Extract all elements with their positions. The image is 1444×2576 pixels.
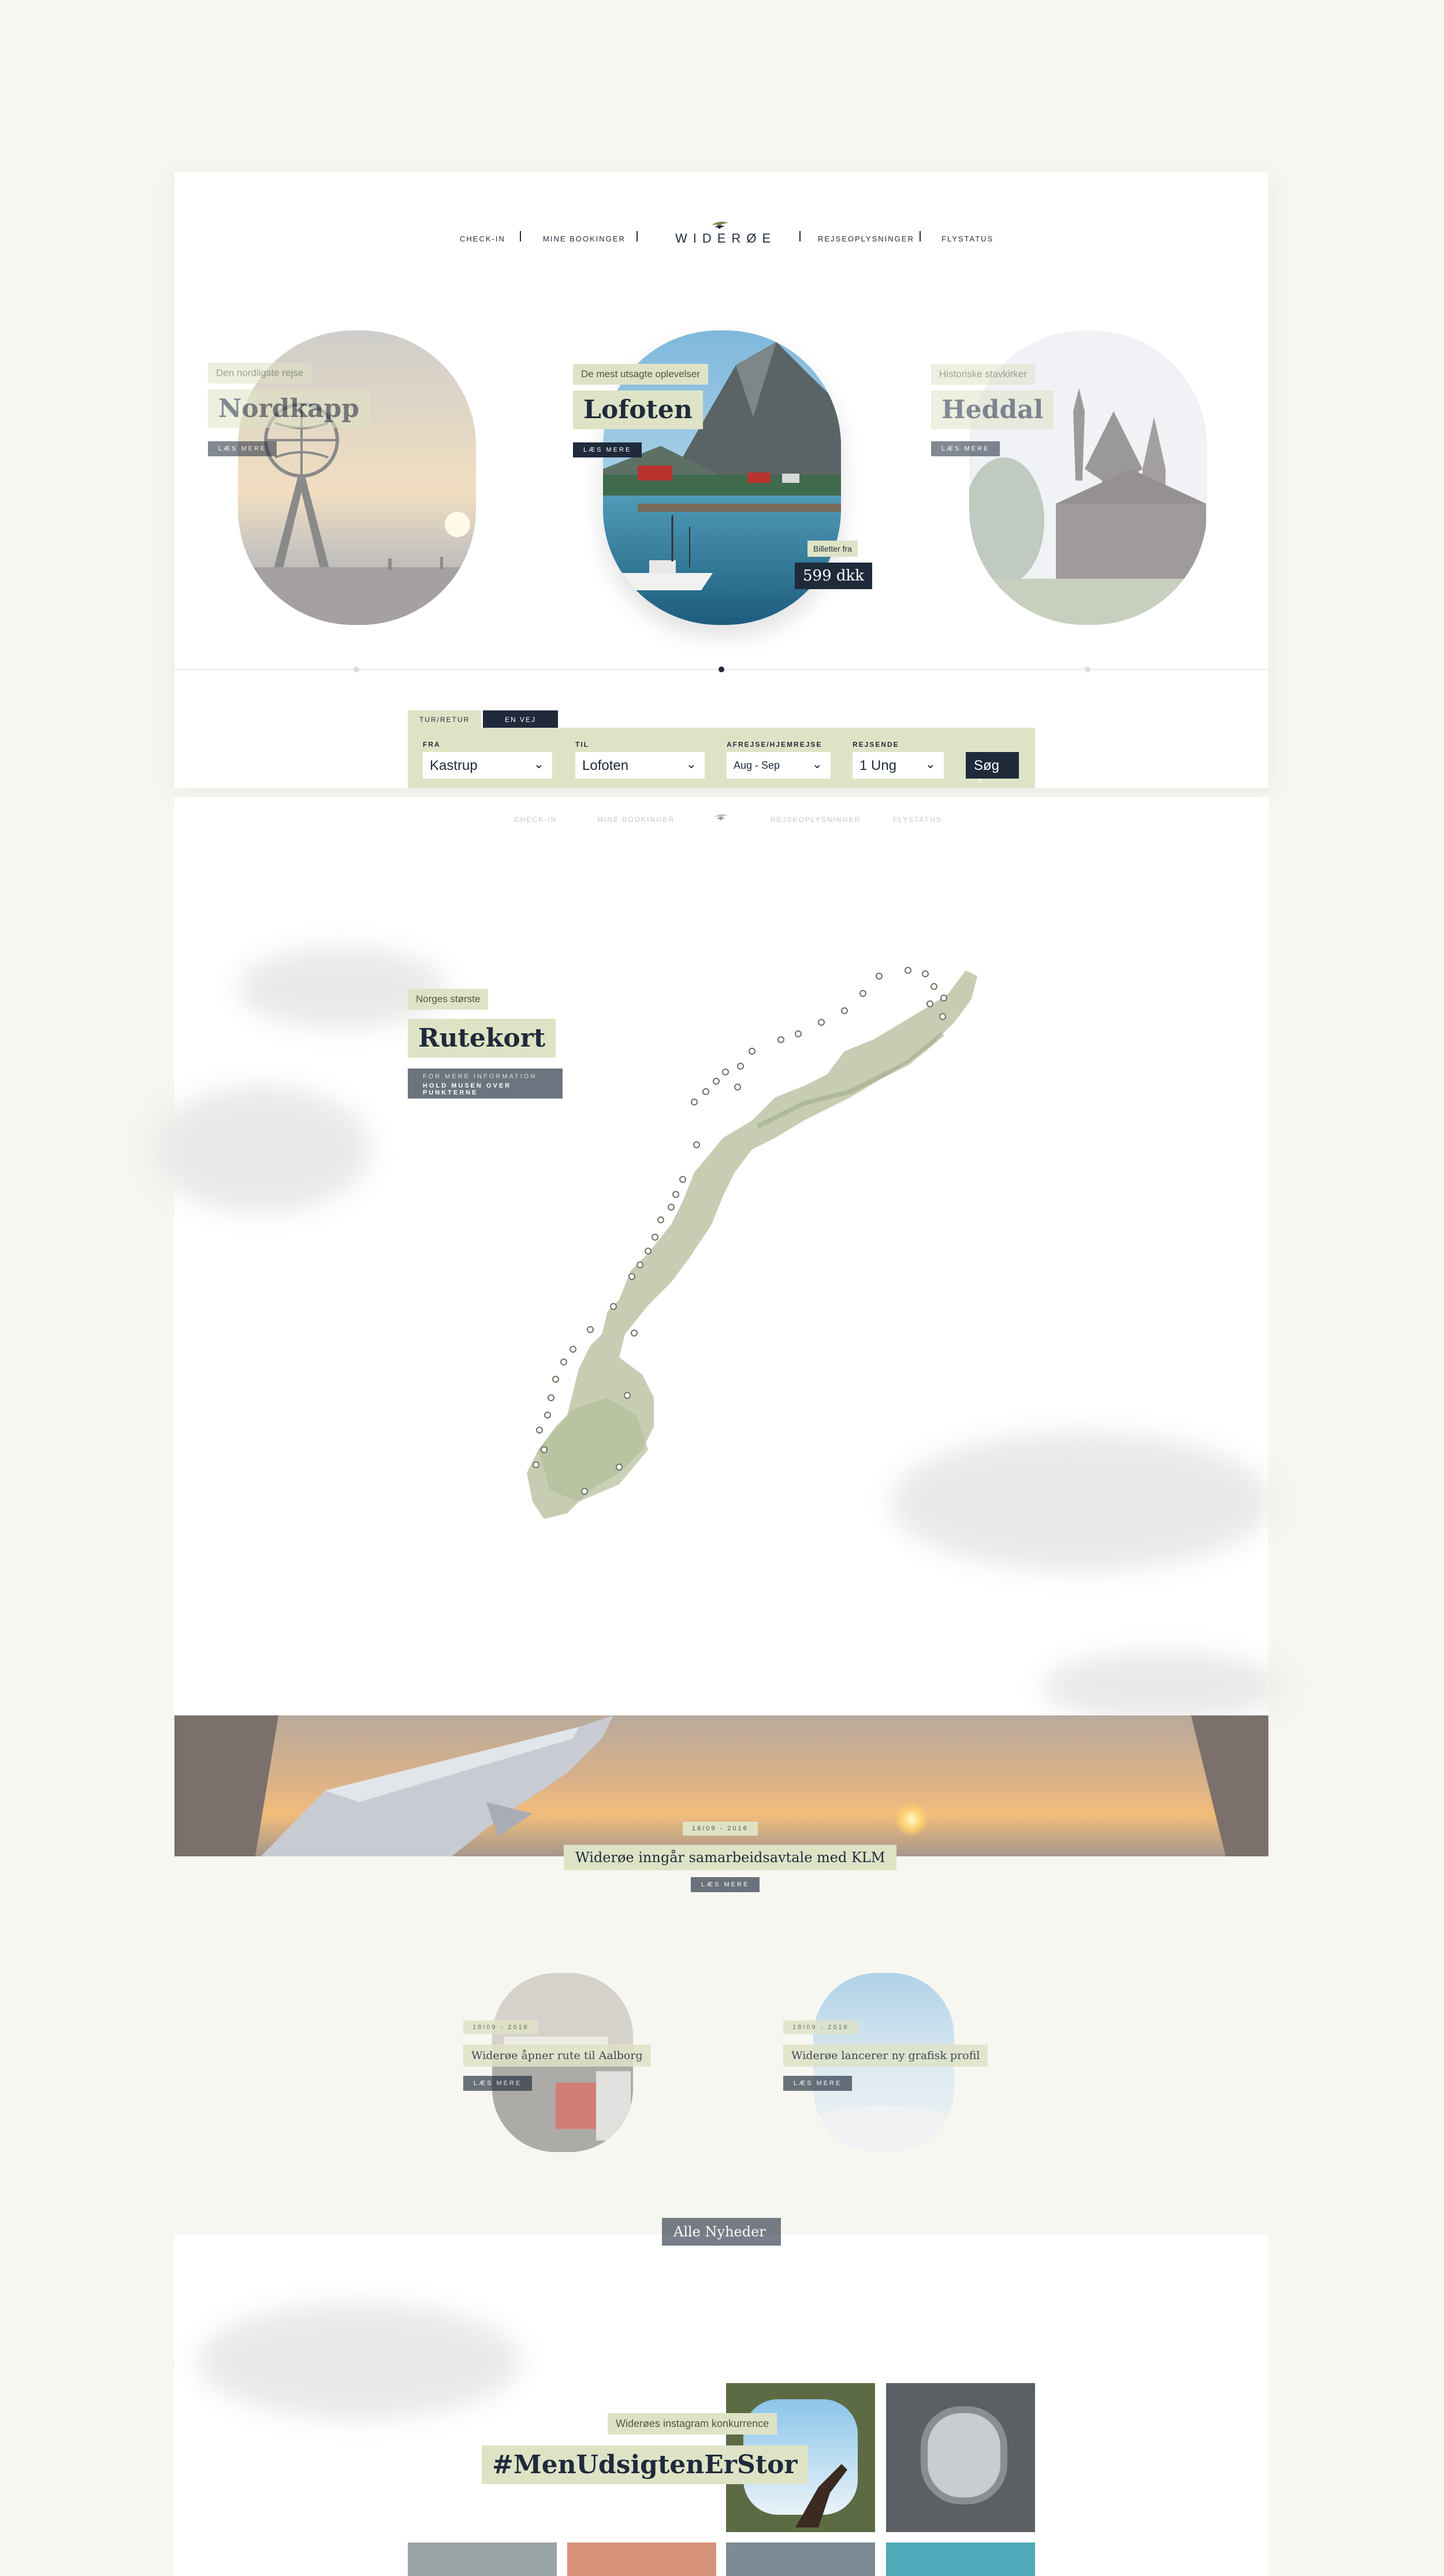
read-more-button[interactable]: LÆS MERE	[931, 441, 1000, 456]
wideroe-logo-icon[interactable]	[710, 218, 730, 231]
chevron-down-icon: ⌄	[686, 757, 697, 771]
booking-form: FRA Kastrup ⌄ TIL Lofoten ⌄ AFREJSE/HJEM…	[408, 728, 1035, 788]
top-navigation: CHECK-IN MINE BOOKINGER WIDERØE REJSEOPL…	[174, 218, 1268, 253]
cloud-decoration	[198, 2303, 521, 2419]
instagram-photo[interactable]	[408, 2543, 557, 2576]
read-more-button[interactable]: LÆS MERE	[691, 1877, 760, 1892]
news-date: 18/09 - 2016	[463, 2020, 538, 2034]
news-title[interactable]: Widerøe lancerer ny grafisk profil	[783, 2045, 988, 2067]
chevron-up-icon: ^	[977, 777, 982, 788]
nav-travel-info-link[interactable]: REJSEOPLYSNINGER	[818, 234, 914, 243]
to-select[interactable]: Lofoten ⌄	[575, 752, 705, 779]
carousel-dot-active[interactable]	[719, 667, 724, 672]
from-select[interactable]: Kastrup ⌄	[423, 752, 552, 779]
travelers-value: 1 Ung	[859, 758, 897, 773]
cloud-decoration	[1041, 1652, 1283, 1721]
norway-route-map[interactable]	[504, 953, 1024, 1531]
news-date: 18/09 - 2016	[783, 2020, 858, 2034]
destination-subtitle: Historiske stavkirker	[931, 364, 1036, 385]
to-value: Lofoten	[582, 758, 629, 773]
destination-title: Heddal	[931, 390, 1054, 429]
nav-checkin-link[interactable]: CHECK-IN	[460, 234, 505, 243]
nav-bookings-link[interactable]: MINE BOOKINGER	[543, 234, 626, 243]
tab-one-way[interactable]: EN VEJ	[483, 710, 558, 728]
map-hint: FOR MERE INFORMATION HOLD MUSEN OVER PUN…	[408, 1069, 563, 1099]
cloud-decoration	[151, 1086, 371, 1213]
instagram-hashtag: #MenUdsigtenErStor	[482, 2445, 808, 2484]
chevron-down-icon: ⌄	[533, 757, 544, 771]
from-label: FRA	[423, 740, 441, 749]
read-more-button[interactable]: LÆS MERE	[208, 441, 277, 456]
carousel-dot[interactable]	[1085, 667, 1091, 672]
news-title[interactable]: Widerøe åpner rute til Aalborg	[463, 2045, 651, 2067]
to-label: TIL	[575, 740, 589, 749]
wideroe-logo-text[interactable]: WIDERØE	[675, 231, 776, 246]
nav-separator	[637, 231, 638, 241]
read-more-button[interactable]: LÆS MERE	[463, 2076, 533, 2091]
instagram-photo[interactable]	[567, 2543, 716, 2576]
destination-title: Lofoten	[573, 390, 703, 429]
instagram-photo[interactable]	[886, 2383, 1035, 2532]
news-date: 18/09 - 2016	[683, 1822, 758, 1836]
search-button[interactable]: Søg ^	[966, 752, 1019, 788]
nav-bookings-link[interactable]: MINE BOOKINGER	[597, 816, 675, 824]
travelers-select[interactable]: 1 Ung ⌄	[853, 752, 944, 779]
dates-label: AFREJSE/HJEMREJSE	[727, 740, 823, 749]
nav-flight-status-link[interactable]: FLYSTATUS	[941, 234, 993, 243]
from-value: Kastrup	[430, 758, 478, 773]
price-value: 599 dkk	[795, 563, 873, 589]
nav-flight-status-link[interactable]: FLYSTATUS	[893, 816, 942, 824]
chevron-down-icon: ⌄	[812, 757, 823, 771]
instagram-section: Widerøes instagram konkurrence #MenUdsig…	[174, 2234, 1268, 2576]
destination-title: Nordkapp	[208, 389, 370, 428]
map-hint-line2: HOLD MUSEN OVER PUNKTERNE	[423, 1082, 512, 1096]
price-label: Billetter fra	[807, 541, 858, 557]
instagram-subtitle: Widerøes instagram konkurrence	[608, 2413, 777, 2434]
map-title: Rutekort	[408, 1019, 556, 1058]
chevron-down-icon: ⌄	[925, 757, 936, 771]
chevron-right-icon: ›	[680, 2243, 684, 2255]
map-hint-line1: FOR MERE INFORMATION	[423, 1073, 537, 1080]
nav-travel-info-link[interactable]: REJSEOPLYSNINGER	[771, 816, 861, 824]
featured-news-title[interactable]: Widerøe inngår samarbeidsavtale med KLM	[564, 1845, 897, 1870]
wideroe-logo-icon[interactable]	[713, 811, 729, 822]
dates-select[interactable]: Aug - Sep ⌄	[727, 752, 831, 779]
tab-round-trip[interactable]: TUR/RETUR	[408, 710, 482, 728]
read-more-button[interactable]: LÆS MERE	[783, 2076, 853, 2091]
destination-subtitle: Den nordligste rejse	[208, 363, 312, 384]
nav-checkin-link[interactable]: CHECK-IN	[514, 816, 557, 824]
route-map-section: Norges største Rutekort FOR MERE INFORMA…	[151, 797, 1283, 1721]
hero-section: CHECK-IN MINE BOOKINGER WIDERØE REJSEOPL…	[174, 172, 1268, 788]
cloud-decoration	[238, 947, 446, 1028]
travelers-label: REJSENDE	[853, 740, 899, 749]
nav-separator	[520, 231, 521, 241]
all-news-label: Alle Nyheder	[673, 2224, 766, 2240]
carousel-dot[interactable]	[353, 667, 359, 672]
nav-separator	[920, 231, 921, 241]
nav-separator	[799, 231, 801, 241]
sticky-navigation: CHECK-IN MINE BOOKINGER REJSEOPLYSNINGER…	[0, 809, 1444, 826]
instagram-photo[interactable]	[726, 2543, 875, 2576]
instagram-photo[interactable]	[886, 2543, 1035, 2576]
all-news-button[interactable]: Alle Nyheder ›	[662, 2218, 781, 2255]
dates-value: Aug - Sep	[734, 760, 780, 771]
read-more-button[interactable]: LÆS MERE	[573, 442, 642, 457]
search-button-label: Søg	[974, 758, 1000, 773]
map-subtitle: Norges største	[408, 989, 489, 1010]
destination-subtitle: De mest utsagte oplevelser	[573, 364, 708, 385]
